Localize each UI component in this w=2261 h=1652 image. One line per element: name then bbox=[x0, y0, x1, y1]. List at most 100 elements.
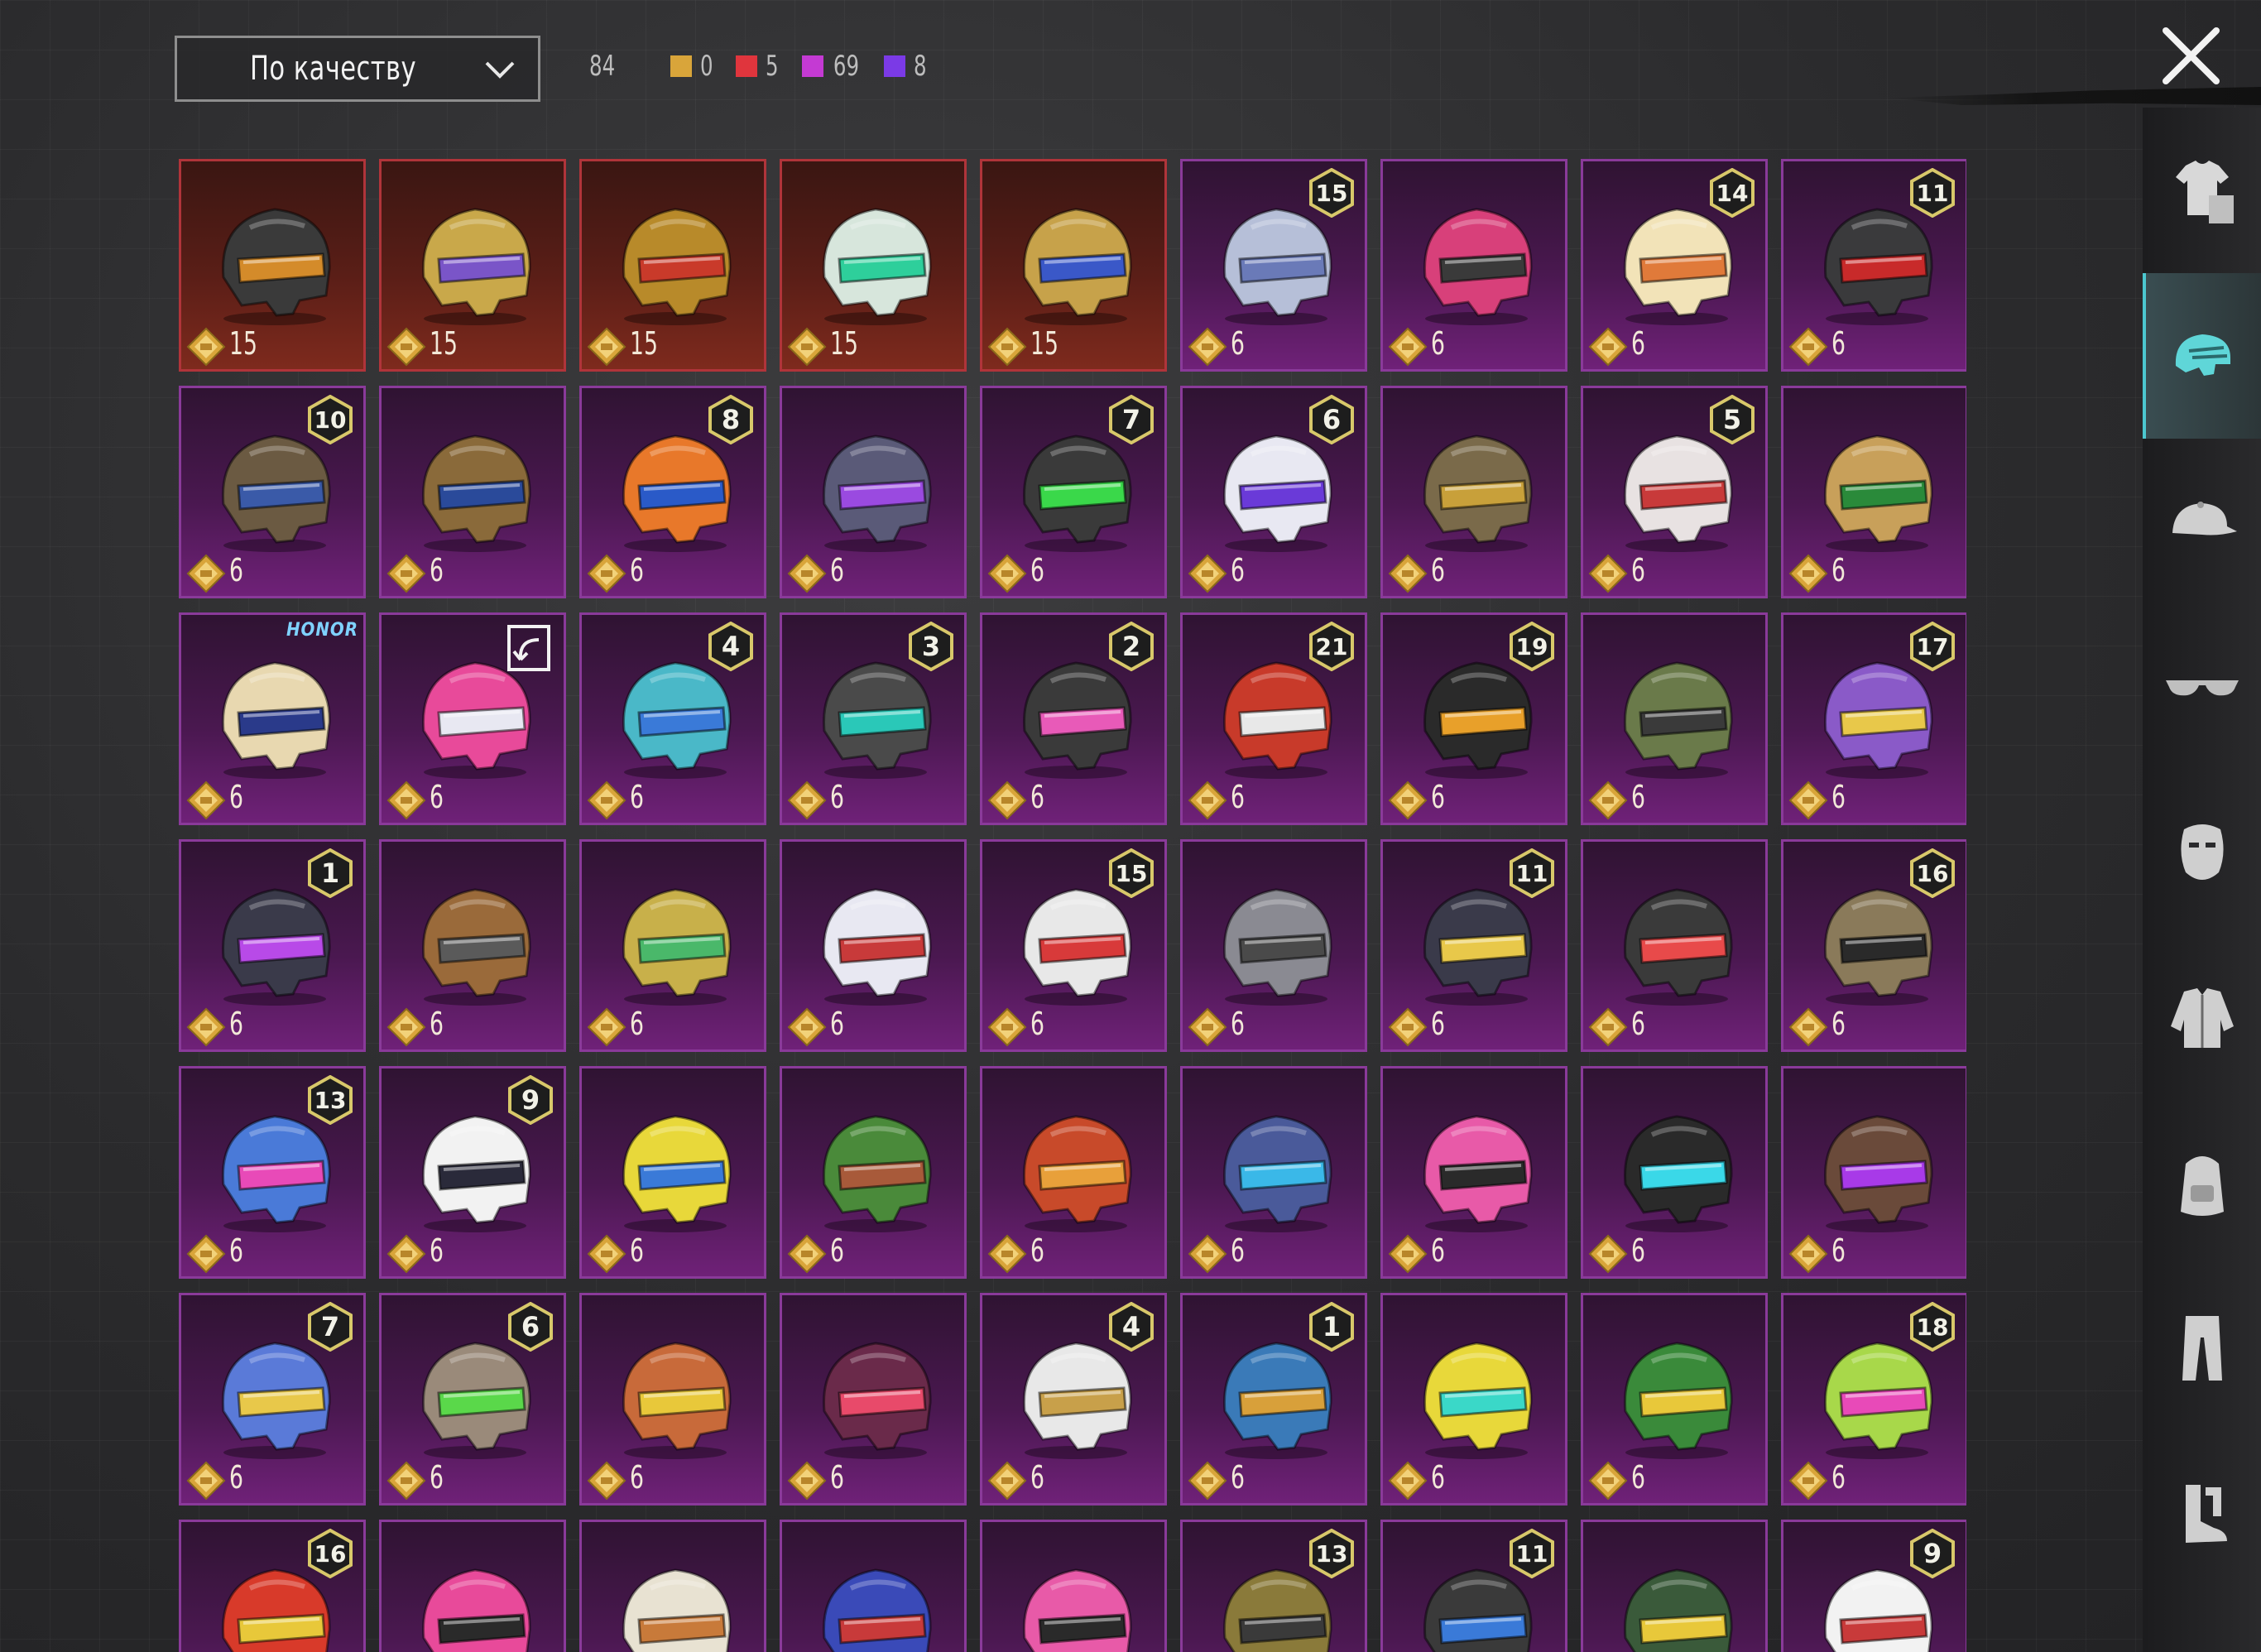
item-card[interactable]: HONOR 6 bbox=[179, 612, 366, 825]
item-card[interactable]: 6 bbox=[1380, 1293, 1567, 1506]
coin-icon bbox=[1588, 780, 1628, 820]
item-card[interactable]: 16 6 bbox=[1781, 839, 1966, 1052]
item-card[interactable]: 16 bbox=[179, 839, 366, 1052]
item-card[interactable] bbox=[579, 1520, 766, 1652]
item-card[interactable]: 21 6 bbox=[1180, 612, 1367, 825]
item-card[interactable]: 6 bbox=[780, 386, 967, 598]
item-card[interactable]: 6 bbox=[379, 612, 566, 825]
item-card[interactable]: 13 bbox=[1180, 1520, 1367, 1652]
close-icon[interactable] bbox=[2156, 21, 2226, 91]
item-card[interactable]: 10 6 bbox=[179, 386, 366, 598]
coin-icon bbox=[1388, 1234, 1428, 1274]
coin-icon bbox=[1188, 780, 1227, 820]
item-card[interactable]: 6 bbox=[579, 839, 766, 1052]
item-badge-text: 11 bbox=[1516, 1540, 1548, 1568]
item-card[interactable]: 66 bbox=[1180, 386, 1367, 598]
sidebar-item-pants[interactable] bbox=[2143, 1266, 2261, 1432]
item-value: 6 bbox=[630, 1232, 644, 1269]
item-card[interactable]: 6 bbox=[1781, 1066, 1966, 1279]
item-card[interactable]: 6 bbox=[579, 1293, 766, 1506]
item-card[interactable]: 36 bbox=[780, 612, 967, 825]
item-card[interactable]: 6 bbox=[1581, 1293, 1768, 1506]
sidebar-item-backpack[interactable] bbox=[2143, 1101, 2261, 1266]
item-card[interactable]: 46 bbox=[980, 1293, 1167, 1506]
item-card[interactable]: 19 6 bbox=[1380, 612, 1567, 825]
item-card[interactable] bbox=[780, 1520, 967, 1652]
item-value: 6 bbox=[1631, 325, 1645, 362]
rarity-swatch-purple bbox=[883, 55, 905, 77]
coin-icon bbox=[987, 554, 1027, 593]
item-card[interactable]: 18 6 bbox=[1781, 1293, 1966, 1506]
item-card[interactable] bbox=[980, 1520, 1167, 1652]
item-card[interactable]: 13 6 bbox=[179, 1066, 366, 1279]
helmet-icon bbox=[622, 1115, 732, 1232]
item-card[interactable]: 11 6 bbox=[1781, 159, 1966, 372]
item-badge-text: 6 bbox=[521, 1311, 540, 1342]
sidebar-item-hat[interactable] bbox=[2143, 439, 2261, 604]
item-card[interactable]: 6 bbox=[980, 1066, 1167, 1279]
item-card[interactable]: 56 bbox=[1581, 386, 1768, 598]
item-card[interactable]: 96 bbox=[379, 1066, 566, 1279]
item-card[interactable]: 46 bbox=[579, 612, 766, 825]
item-card[interactable]: 14 6 bbox=[1581, 159, 1768, 372]
sidebar-item-jacket[interactable] bbox=[2143, 935, 2261, 1101]
item-card[interactable]: 26 bbox=[980, 612, 1167, 825]
item-card[interactable]: 15 bbox=[780, 159, 967, 372]
item-card[interactable]: 6 bbox=[1380, 1066, 1567, 1279]
item-card[interactable]: 6 bbox=[579, 1066, 766, 1279]
item-card[interactable]: 15 6 bbox=[980, 839, 1167, 1052]
sidebar-item-mask[interactable] bbox=[2143, 770, 2261, 935]
item-card[interactable]: 6 bbox=[1380, 159, 1567, 372]
item-card[interactable]: 15 6 bbox=[1180, 159, 1367, 372]
item-badge-text: 4 bbox=[722, 631, 740, 662]
item-card[interactable]: 6 bbox=[780, 1293, 967, 1506]
item-card[interactable]: 6 bbox=[379, 386, 566, 598]
item-card[interactable]: 16 bbox=[1180, 1293, 1367, 1506]
item-card[interactable]: 6 bbox=[379, 839, 566, 1052]
item-card[interactable]: 76 bbox=[179, 1293, 366, 1506]
item-badge-text: 15 bbox=[1116, 860, 1148, 887]
item-badge-text: 14 bbox=[1716, 180, 1749, 207]
item-card[interactable]: 6 bbox=[1581, 1066, 1768, 1279]
coin-icon bbox=[987, 327, 1027, 367]
coin-icon bbox=[787, 1234, 827, 1274]
item-card[interactable]: 11 bbox=[1380, 1520, 1567, 1652]
outfit-icon bbox=[2175, 161, 2234, 223]
item-card[interactable]: 66 bbox=[379, 1293, 566, 1506]
item-card[interactable]: 6 bbox=[1781, 386, 1966, 598]
item-card[interactable]: 16 bbox=[179, 1520, 366, 1652]
item-value: 6 bbox=[1831, 325, 1846, 362]
sidebar-item-shoes[interactable] bbox=[2143, 1432, 2261, 1597]
item-card[interactable]: 6 bbox=[780, 839, 967, 1052]
item-card[interactable]: 17 6 bbox=[1781, 612, 1966, 825]
item-card[interactable]: 6 bbox=[780, 1066, 967, 1279]
level-badge: 7 bbox=[1109, 395, 1154, 444]
sidebar-item-helmet[interactable] bbox=[2143, 273, 2261, 439]
item-value: 6 bbox=[229, 1459, 243, 1496]
coin-icon bbox=[1188, 554, 1227, 593]
item-card[interactable]: 6 bbox=[1180, 839, 1367, 1052]
item-card[interactable]: 15 bbox=[980, 159, 1167, 372]
item-card[interactable]: 9 bbox=[1781, 1520, 1966, 1652]
item-card[interactable]: 76 bbox=[980, 386, 1167, 598]
item-card[interactable]: 6 bbox=[1581, 839, 1768, 1052]
item-card[interactable]: 6 bbox=[1380, 386, 1567, 598]
item-card[interactable]: 11 6 bbox=[1380, 839, 1567, 1052]
sort-dropdown[interactable]: По качеству bbox=[175, 36, 540, 102]
item-card[interactable] bbox=[1581, 1520, 1768, 1652]
item-card[interactable]: 86 bbox=[579, 386, 766, 598]
sidebar-item-glasses[interactable] bbox=[2143, 604, 2261, 770]
sidebar-item-outfit[interactable] bbox=[2143, 108, 2261, 273]
item-value: 6 bbox=[1030, 1232, 1044, 1269]
item-card[interactable]: 6 bbox=[1581, 612, 1768, 825]
item-card[interactable]: 15 bbox=[179, 159, 366, 372]
coin-icon bbox=[1188, 1234, 1227, 1274]
item-card[interactable]: 15 bbox=[579, 159, 766, 372]
item-card[interactable] bbox=[379, 1520, 566, 1652]
item-card[interactable]: 15 bbox=[379, 159, 566, 372]
item-card[interactable]: 6 bbox=[1180, 1066, 1367, 1279]
share-icon[interactable] bbox=[506, 623, 552, 673]
coin-icon bbox=[587, 327, 626, 367]
item-badge-text: 4 bbox=[1122, 1311, 1140, 1342]
rarity-count-value: 8 bbox=[913, 50, 927, 83]
